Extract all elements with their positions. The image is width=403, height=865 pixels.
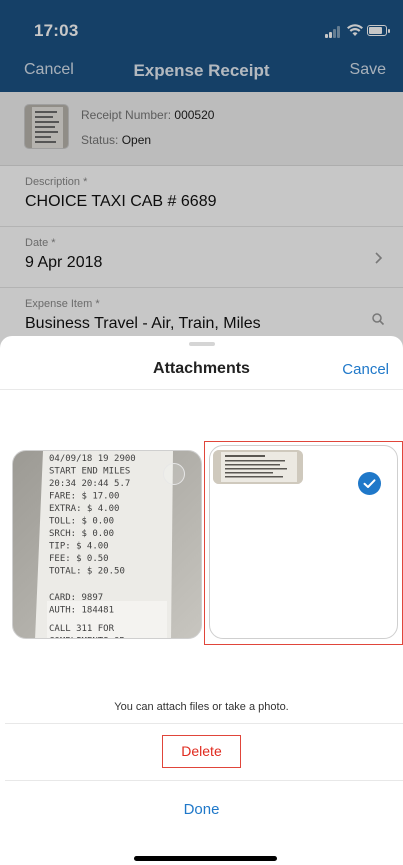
sheet-cancel-button[interactable]: Cancel — [342, 361, 389, 378]
receipt-photo-line: EXTRA: $ 4.00 — [49, 504, 119, 514]
select-radio-unchecked[interactable] — [163, 463, 185, 485]
receipt-photo-line: START END MILES — [49, 467, 130, 477]
sheet-header: Attachments Cancel — [0, 350, 403, 390]
receipt-photo-line: CARD: 9897 — [49, 593, 103, 603]
receipt-photo-line: AUTH: 184481 — [49, 606, 114, 616]
done-button[interactable]: Done — [0, 801, 403, 818]
receipt-photo-line: TOTAL: $ 20.50 — [49, 567, 125, 577]
divider — [5, 723, 403, 724]
receipt-photo-line: 04/09/18 19 2900 — [49, 454, 136, 464]
receipt-photo-line: SRCH: $ 0.00 — [49, 529, 114, 539]
modal-backdrop[interactable] — [0, 0, 403, 360]
home-indicator — [134, 856, 277, 861]
attachment-receipt-photo[interactable]: 04/09/18 19 2900 START END MILES 20:34 20:… — [12, 450, 202, 639]
divider — [5, 780, 403, 781]
helper-text: You can attach files or take a photo. — [114, 701, 289, 713]
receipt-photo-line: 20:34 20:44 5.7 — [49, 479, 130, 489]
attachments-sheet: Attachments Cancel 04/09/18 19 2900 START… — [0, 336, 403, 865]
sheet-grabber[interactable] — [189, 342, 215, 346]
receipt-photo-line: CALL 311 FOR — [49, 624, 115, 634]
receipt-photo-line: FARE: $ 17.00 — [49, 492, 119, 502]
receipt-photo-line: COMPLIMENTS OR — [49, 637, 125, 640]
receipt-photo-line: TIP: $ 4.00 — [49, 542, 109, 552]
select-radio-checked[interactable] — [358, 472, 381, 495]
checkmark-icon — [363, 479, 376, 488]
receipt-photo-line: FEE: $ 0.50 — [49, 554, 109, 564]
receipt-photo-line: TOLL: $ 0.00 — [49, 517, 114, 527]
expense-receipt-screen: 17:03 Cancel Expense Receipt Save Receip… — [0, 0, 403, 360]
attachment-document[interactable] — [209, 445, 398, 639]
document-thumbnail — [213, 450, 303, 484]
delete-button[interactable]: Delete — [162, 735, 241, 768]
